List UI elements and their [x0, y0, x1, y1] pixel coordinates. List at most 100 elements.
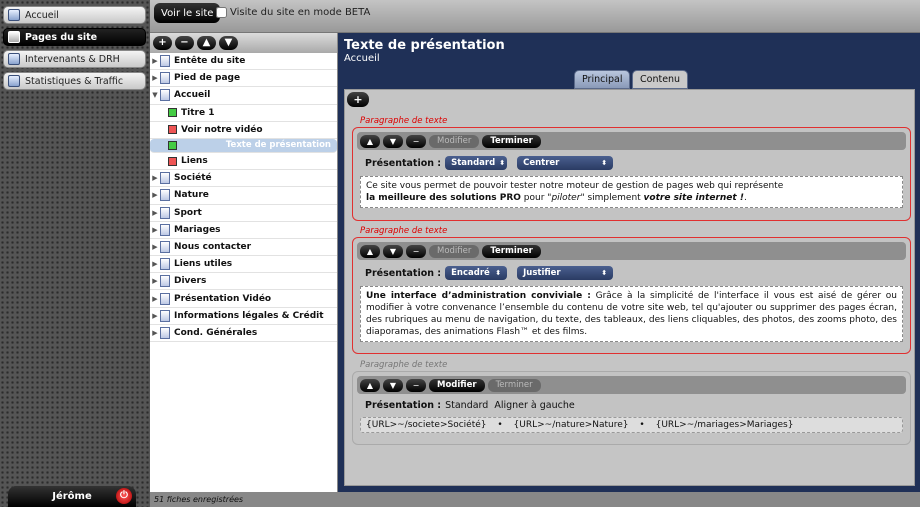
page-icon: [160, 55, 170, 68]
style-value: Standard: [445, 400, 489, 411]
content-area: Texte de présentation Accueil Principal …: [338, 33, 920, 492]
style-select[interactable]: Encadré ⬍: [445, 266, 508, 280]
tree-item[interactable]: ▶ Présentation Vidéo: [150, 290, 337, 308]
expand-arrow-icon[interactable]: ▶: [150, 191, 160, 199]
move-down-icon[interactable]: ▼: [383, 244, 403, 258]
paragraph-bold: la meilleure des solutions PRO: [366, 193, 521, 203]
page-icon: [160, 72, 170, 85]
terminer-button[interactable]: Terminer: [482, 244, 541, 258]
terminer-button[interactable]: Terminer: [487, 378, 541, 392]
expand-arrow-icon[interactable]: ▶: [150, 277, 160, 285]
move-up-icon[interactable]: ▲: [360, 378, 380, 392]
tree-item[interactable]: ▶ Entête du site: [150, 53, 337, 71]
move-up-button[interactable]: ▲: [197, 36, 216, 50]
tree-item[interactable]: ▶ Nous contacter: [150, 239, 337, 257]
tree-item[interactable]: ▶ Cond. Générales: [150, 325, 337, 342]
tree-item[interactable]: ▶ Sport: [150, 205, 337, 222]
collapse-arrow-icon[interactable]: ▼: [150, 91, 160, 99]
expand-arrow-icon[interactable]: ▶: [150, 74, 160, 82]
voir-le-site-button[interactable]: Voir le site: [154, 3, 221, 23]
nav-item-label: Intervenants & DRH: [25, 53, 120, 65]
expand-arrow-icon[interactable]: ▶: [150, 226, 160, 234]
expand-arrow-icon[interactable]: ▶: [150, 174, 160, 182]
people-icon: [8, 53, 20, 65]
nav-item-statistiques[interactable]: Statistiques & Traffic: [3, 72, 146, 90]
tree-item[interactable]: ▶ Mariages: [150, 222, 337, 239]
delete-icon[interactable]: −: [406, 244, 426, 258]
url-link[interactable]: {URL>~/nature>Nature}: [514, 420, 629, 430]
page-icon: [160, 275, 170, 288]
expand-arrow-icon[interactable]: ▶: [150, 243, 160, 251]
top-bar: Voir le site Visite du site en mode BETA: [150, 0, 920, 33]
select-arrows-icon: ⬍: [601, 269, 608, 277]
tree-item-label: Accueil: [174, 90, 211, 101]
move-up-icon[interactable]: ▲: [360, 244, 380, 258]
pages-icon: [8, 31, 20, 43]
tree-item[interactable]: ▶ Informations légales & Crédit: [150, 308, 337, 325]
tab-principal[interactable]: Principal: [574, 70, 631, 89]
modifier-button[interactable]: Modifier: [429, 134, 480, 148]
beta-mode-option[interactable]: Visite du site en mode BETA: [216, 7, 370, 18]
add-page-button[interactable]: +: [153, 36, 172, 50]
tree-item[interactable]: ▶ Nature: [150, 187, 337, 205]
nav-item-accueil[interactable]: Accueil: [3, 6, 146, 24]
tree-item-label: Divers: [174, 276, 207, 287]
expand-arrow-icon[interactable]: ▶: [150, 209, 160, 217]
move-down-icon[interactable]: ▼: [383, 134, 403, 148]
paragraph-label: Paragraphe de texte: [360, 226, 448, 236]
tree-item-selected[interactable]: Texte de présentation: [150, 138, 337, 153]
tree-item[interactable]: ▼ Accueil: [150, 87, 337, 105]
modifier-button[interactable]: Modifier: [429, 244, 480, 258]
page-icon: [160, 189, 170, 202]
tree-item[interactable]: ▶ Société: [150, 170, 337, 188]
tree-item[interactable]: Liens: [150, 153, 337, 171]
tab-contenu[interactable]: Contenu: [632, 70, 689, 89]
presentation-label: Présentation :: [365, 157, 442, 169]
paragraph-text[interactable]: Ce site vous permet de pouvoir tester no…: [360, 176, 903, 208]
tree-item[interactable]: Voir notre vidéo: [150, 122, 337, 139]
remove-page-button[interactable]: −: [175, 36, 194, 50]
beta-mode-checkbox[interactable]: [216, 7, 227, 18]
paragraph-toolbar: ▲ ▼ − Modifier Terminer: [357, 242, 906, 260]
paragraph-text-span: " simplement: [580, 193, 644, 203]
align-select[interactable]: Justifier ⬍: [517, 266, 614, 280]
nav-item-intervenants[interactable]: Intervenants & DRH: [3, 50, 146, 68]
tree-item-label: Présentation Vidéo: [174, 293, 272, 304]
align-value: Aligner à gauche: [494, 400, 575, 411]
style-select[interactable]: Standard ⬍: [445, 156, 508, 170]
nav-item-pages-du-site[interactable]: Pages du site: [3, 28, 146, 46]
expand-arrow-icon[interactable]: ▶: [150, 312, 160, 320]
move-down-button[interactable]: ▼: [219, 36, 238, 50]
modifier-button[interactable]: Modifier: [429, 378, 485, 392]
move-up-icon[interactable]: ▲: [360, 134, 380, 148]
add-paragraph-button[interactable]: +: [347, 92, 369, 107]
content-panel: + Paragraphe de texte ▲ ▼ − Modifier Ter…: [344, 89, 915, 486]
tree-item[interactable]: ▶ Pied de page: [150, 70, 337, 88]
align-select[interactable]: Centrer ⬍: [517, 156, 614, 170]
tree-item[interactable]: ▶ Divers: [150, 273, 337, 291]
move-down-icon[interactable]: ▼: [383, 378, 403, 392]
tree-item-label: Nous contacter: [174, 241, 252, 252]
url-link[interactable]: {URL>~/societe>Société}: [366, 420, 486, 430]
separator-dot: •: [639, 420, 645, 430]
separator-dot: •: [497, 420, 503, 430]
paragraph-text-span: .: [743, 193, 747, 203]
expand-arrow-icon[interactable]: ▶: [150, 260, 160, 268]
terminer-button[interactable]: Terminer: [482, 134, 541, 148]
tree-item-label: Voir notre vidéo: [181, 124, 263, 135]
tree-item[interactable]: ▶ Liens utiles: [150, 256, 337, 274]
delete-icon[interactable]: −: [406, 378, 426, 392]
tree-toolbar: + − ▲ ▼: [150, 33, 337, 53]
expand-arrow-icon[interactable]: ▶: [150, 329, 160, 337]
power-icon[interactable]: ⏻: [116, 488, 132, 504]
expand-arrow-icon[interactable]: ▶: [150, 57, 160, 65]
expand-arrow-icon[interactable]: ▶: [150, 295, 160, 303]
delete-icon[interactable]: −: [406, 134, 426, 148]
tree-item-label: Nature: [174, 190, 209, 201]
tree-item[interactable]: Titre 1: [150, 105, 337, 122]
paragraph-block: ▲ ▼ − Modifier Terminer Présentation : S…: [352, 371, 911, 445]
style-value: Standard: [451, 158, 496, 168]
url-link[interactable]: {URL>~/mariages>Mariages}: [656, 420, 794, 430]
user-name: Jérôme: [52, 491, 92, 502]
paragraph-text[interactable]: Une interface d’administration convivial…: [360, 286, 903, 342]
